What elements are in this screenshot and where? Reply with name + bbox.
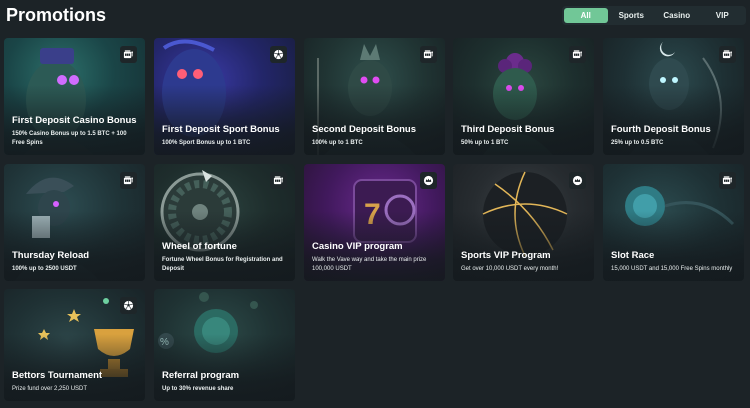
promo-card[interactable]: Thursday Reload 100% up to 2500 USDT [4,164,145,281]
promo-title: Sports VIP Program [461,249,551,261]
promo-description: 15,000 USDT and 15,000 Free Spins monthl… [611,265,733,272]
promo-description: 150% Casino Bonus up to 1.5 BTC + 100 Fr… [12,131,127,146]
tab-sports[interactable]: Sports [610,8,654,23]
tab-vip[interactable]: VIP [701,8,745,23]
promo-title: First Deposit Casino Bonus [12,115,137,126]
crown-icon [569,172,586,189]
tab-casino[interactable]: Casino [655,8,699,23]
promo-card[interactable]: First Deposit Casino Bonus 150% Casino B… [4,38,145,155]
promo-card[interactable]: % Referral program Up to 30% revenue sha… [154,289,295,401]
promo-title: Casino VIP program [312,241,403,252]
promo-description: Walk the Vave way and take the main priz… [312,257,427,272]
promo-card[interactable]: Second Deposit Bonus 100% up to 1 BTC [304,38,445,155]
promo-title: Thursday Reload [12,249,90,261]
promo-description: 100% Sport Bonus up to 1 BTC [162,139,251,146]
promo-card[interactable]: Slot Race 15,000 USDT and 15,000 Free Sp… [603,164,744,281]
slot-machine-icon [569,46,586,63]
promotion-filter-tabs: All Sports Casino VIP [562,6,746,25]
slot-machine-icon [270,172,287,189]
promo-title: Wheel of fortune [162,241,237,252]
promo-description: Up to 30% revenue share [162,385,234,392]
promo-description: Prize fund over 2,250 USDT [12,385,88,392]
crown-icon [420,172,437,189]
promo-title: Bettors Tournament [12,369,103,381]
promo-description: 100% up to 2500 USDT [12,265,77,272]
promo-title: Slot Race [611,249,655,261]
promo-description: 50% up to 1 BTC [461,139,509,146]
slot-machine-icon [120,46,137,63]
promo-description: Get over 10,000 USDT every month! [461,265,559,272]
tab-all[interactable]: All [564,8,608,23]
promo-description: Fortune Wheel Bonus for Registration and… [162,257,283,272]
soccer-ball-icon [120,297,137,314]
slot-machine-icon [719,46,736,63]
promo-card[interactable]: Wheel of fortune Fortune Wheel Bonus for… [154,164,295,281]
promo-title: Third Deposit Bonus [461,123,555,135]
promo-title: First Deposit Sport Bonus [162,123,280,135]
slot-machine-icon [120,172,137,189]
promo-card[interactable]: Bettors Tournament Prize fund over 2,250… [4,289,145,401]
promo-description: 25% up to 0.5 BTC [611,139,664,146]
slot-machine-icon [420,46,437,63]
promo-title: Referral program [162,369,240,381]
soccer-ball-icon [270,46,287,63]
promo-card[interactable]: Third Deposit Bonus 50% up to 1 BTC [453,38,594,155]
promo-card[interactable]: Fourth Deposit Bonus 25% up to 0.5 BTC [603,38,744,155]
promo-card[interactable]: Sports VIP Program Get over 10,000 USDT … [453,164,594,281]
slot-machine-icon [719,172,736,189]
page-title: Promotions [6,5,107,25]
promo-card[interactable]: 7 Casino VIP program Walk the Vave way a… [304,164,445,281]
promo-title: Fourth Deposit Bonus [611,123,711,135]
promo-description: 100% up to 1 BTC [312,139,363,146]
promo-card[interactable]: First Deposit Sport Bonus 100% Sport Bon… [154,38,295,155]
promo-title: Second Deposit Bonus [312,123,416,135]
